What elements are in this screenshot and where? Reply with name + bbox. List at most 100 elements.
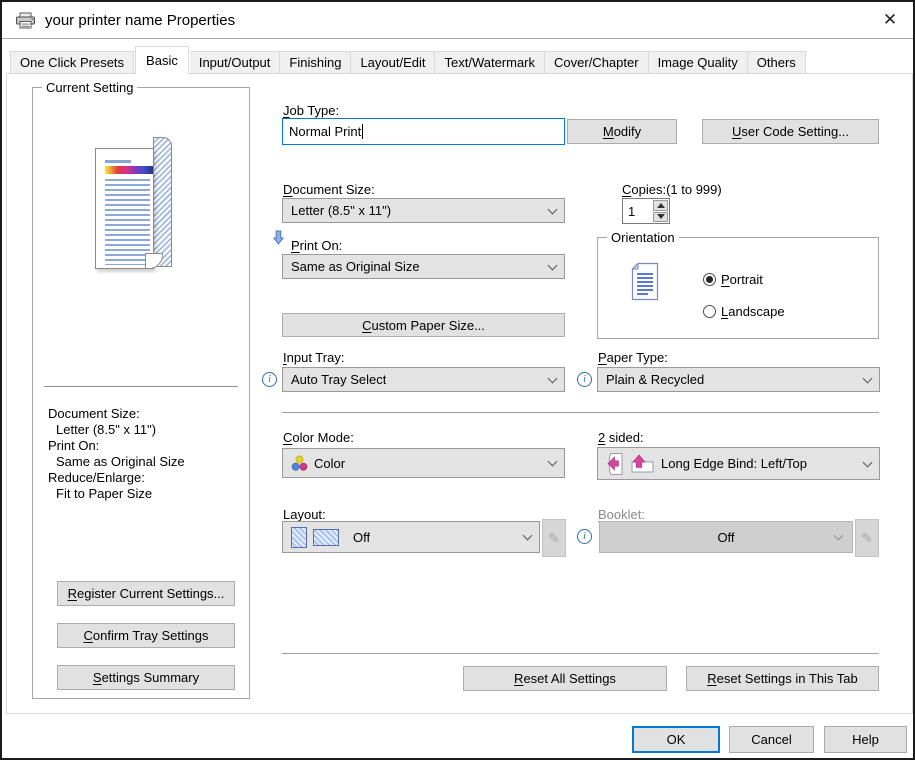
tab-layout-edit[interactable]: Layout/Edit [351, 51, 435, 74]
tab-cover-chapter[interactable]: Cover/Chapter [545, 51, 649, 74]
orientation-group: Orientation Portrait Landscape [597, 237, 879, 339]
orientation-title: Orientation [607, 230, 679, 245]
reset-settings-in-this-tab-button[interactable]: Reset Settings in This Tab [686, 666, 879, 691]
document-preview [87, 130, 187, 278]
modify-button[interactable]: Modify [567, 119, 677, 144]
summary-reduce-value: Fit to Paper Size [56, 486, 152, 501]
printer-icon [15, 12, 36, 29]
radio-unchecked-icon [703, 305, 716, 318]
titlebar: your printer name Properties ✕ [2, 2, 913, 39]
layout-label: Layout: [283, 507, 326, 522]
radio-checked-icon [703, 273, 716, 286]
tab-one-click-presets[interactable]: One Click Presets [10, 51, 134, 74]
page-curl-icon [153, 137, 172, 267]
window-title: your printer name Properties [45, 12, 235, 29]
booklet-value: Off [717, 530, 734, 545]
summary-doc-size-value: Letter (8.5" x 11") [56, 422, 156, 437]
color-mode-select[interactable]: Color [282, 448, 565, 478]
chevron-down-icon [834, 531, 844, 541]
paper-type-label: Paper Type: [598, 350, 668, 365]
paper-type-value: Plain & Recycled [606, 372, 704, 387]
landscape-radio[interactable]: Landscape [703, 304, 785, 319]
arrow-down-icon [657, 214, 665, 219]
copies-input[interactable]: 1 [623, 199, 652, 223]
settings-summary-button[interactable]: Settings Summary [57, 665, 235, 690]
landscape-thumbnail-icon [313, 529, 339, 546]
print-on-select[interactable]: Same as Original Size [282, 254, 565, 279]
user-code-setting-button[interactable]: User Code Setting... [702, 119, 879, 144]
booklet-label: Booklet: [598, 507, 645, 522]
paper-type-select[interactable]: Plain & Recycled [597, 367, 880, 392]
input-tray-label: Input Tray: [283, 350, 344, 365]
layout-select[interactable]: Off [282, 521, 540, 553]
chevron-down-icon [548, 260, 558, 270]
current-setting-title: Current Setting [42, 80, 137, 95]
document-size-select[interactable]: Letter (8.5" x 11") [282, 198, 565, 223]
summary-divider [44, 386, 238, 387]
portrait-page-icon [631, 262, 659, 301]
chevron-down-icon [548, 373, 558, 383]
arrow-up-icon [657, 203, 665, 208]
custom-paper-size-button[interactable]: Custom Paper Size... [282, 313, 565, 337]
spin-down-button[interactable] [653, 212, 668, 223]
section-divider [282, 412, 879, 413]
document-size-value: Letter (8.5" x 11") [291, 203, 391, 218]
print-on-value: Same as Original Size [291, 259, 420, 274]
summary-print-on-value: Same as Original Size [56, 454, 185, 469]
summary-print-on-label: Print On: [48, 438, 99, 453]
rainbow-bar [105, 166, 153, 174]
help-button[interactable]: Help [824, 726, 907, 753]
two-sided-label: 2 sided: [598, 430, 644, 445]
close-icon[interactable]: ✕ [867, 2, 913, 38]
copies-stepper[interactable]: 1 [622, 198, 670, 224]
chevron-down-icon [863, 457, 873, 467]
layout-value: Off [353, 530, 370, 545]
two-sided-value: Long Edge Bind: Left/Top [661, 456, 807, 471]
duplex-flip-icon [606, 452, 623, 476]
copies-value: 1 [628, 204, 635, 219]
booklet-select: Off [599, 521, 853, 553]
chevron-down-icon [523, 531, 533, 541]
print-on-arrow-icon [273, 230, 284, 245]
print-on-label: Print On: [291, 238, 342, 253]
job-type-value: Normal Print [289, 124, 361, 139]
tab-others[interactable]: Others [748, 51, 806, 74]
chevron-down-icon [548, 457, 558, 467]
reset-all-settings-button[interactable]: Reset All Settings [463, 666, 667, 691]
tab-text-watermark[interactable]: Text/Watermark [435, 51, 545, 74]
tab-input-output[interactable]: Input/Output [190, 51, 281, 74]
color-mode-label: Color Mode: [283, 430, 354, 445]
two-sided-select[interactable]: Long Edge Bind: Left/Top [597, 447, 880, 480]
summary-reduce-label: Reduce/Enlarge: [48, 470, 145, 485]
chevron-down-icon [548, 204, 558, 214]
cancel-button[interactable]: Cancel [729, 726, 814, 753]
portrait-thumbnail-icon [291, 527, 307, 548]
long-edge-bind-icon [629, 454, 655, 474]
portrait-radio-label: Portrait [721, 272, 763, 287]
info-icon[interactable]: i [577, 529, 592, 544]
booklet-details-button: ✎ [855, 519, 879, 557]
preview-page [95, 148, 154, 269]
copies-label: Copies:(1 to 999) [622, 182, 722, 197]
input-tray-select[interactable]: Auto Tray Select [282, 367, 565, 392]
text-caret [362, 124, 363, 139]
layout-details-button: ✎ [542, 519, 566, 557]
job-type-input[interactable]: Normal Print [282, 118, 565, 145]
summary-doc-size-label: Document Size: [48, 406, 140, 421]
color-dots-icon [291, 455, 308, 472]
info-icon[interactable]: i [262, 372, 277, 387]
tab-bar: One Click Presets Basic Input/Output Fin… [10, 46, 806, 74]
portrait-radio[interactable]: Portrait [703, 272, 763, 287]
landscape-radio-label: Landscape [721, 304, 785, 319]
color-mode-value: Color [314, 456, 345, 471]
chevron-down-icon [863, 373, 873, 383]
ok-button[interactable]: OK [632, 726, 720, 753]
tab-finishing[interactable]: Finishing [280, 51, 351, 74]
info-icon[interactable]: i [577, 372, 592, 387]
confirm-tray-settings-button[interactable]: Confirm Tray Settings [57, 623, 235, 648]
tab-image-quality[interactable]: Image Quality [649, 51, 748, 74]
register-current-settings-button[interactable]: Register Current Settings... [57, 581, 235, 606]
spin-up-button[interactable] [653, 200, 668, 211]
tab-basic[interactable]: Basic [135, 46, 189, 74]
footer-divider [282, 653, 879, 654]
